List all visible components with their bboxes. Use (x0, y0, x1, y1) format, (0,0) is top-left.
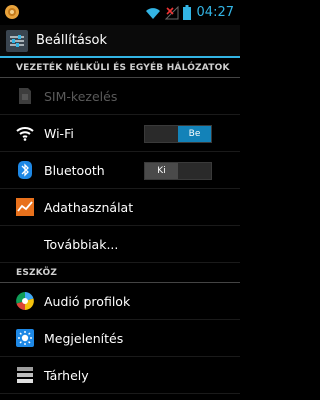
data-usage-label: Adathasználat (44, 199, 134, 215)
bluetooth-item[interactable]: Bluetooth Ki (0, 152, 240, 189)
status-time: 04:27 (196, 5, 234, 20)
wifi-icon (145, 7, 160, 19)
wifi-toggle[interactable]: Be (144, 125, 212, 143)
data-usage-item[interactable]: Adathasználat (0, 189, 240, 226)
audio-profiles-label: Audió profilok (44, 293, 131, 309)
status-icons: 04:27 (145, 0, 234, 25)
storage-icon (16, 366, 34, 384)
notification-icon (5, 5, 19, 19)
audio-profiles-item[interactable]: Audió profilok (0, 283, 240, 320)
section-header-wireless: VEZETÉK NÉLKÜLI ÉS EGYÉB HÁLÓZATOK (0, 58, 240, 78)
sim-icon (16, 87, 34, 105)
data-usage-icon (16, 198, 34, 216)
section-header-device: ESZKÖZ (0, 263, 240, 283)
audio-profiles-icon (16, 292, 34, 310)
sim-management-label: SIM-kezelés (44, 88, 118, 104)
bluetooth-label: Bluetooth (44, 162, 105, 178)
bluetooth-icon (16, 161, 34, 179)
display-label: Megjelenítés (44, 330, 124, 346)
bluetooth-toggle-state: Ki (145, 163, 178, 179)
settings-list: VEZETÉK NÉLKÜLI ÉS EGYÉB HÁLÓZATOK SIM-k… (0, 58, 240, 394)
storage-label: Tárhely (44, 367, 89, 383)
more-item[interactable]: Továbbiak... (0, 226, 240, 263)
more-label: Továbbiak... (44, 236, 119, 252)
storage-item[interactable]: Tárhely (0, 357, 240, 394)
bluetooth-toggle-on-half (178, 163, 211, 179)
no-signal-icon (164, 5, 179, 19)
sim-management-item[interactable]: SIM-kezelés (0, 78, 240, 115)
battery-icon (182, 5, 191, 20)
page-title: Beállítások (36, 33, 108, 48)
action-bar: Beállítások (0, 25, 240, 56)
display-item[interactable]: Megjelenítés (0, 320, 240, 357)
wifi-label: Wi-Fi (44, 125, 74, 141)
status-bar: 04:27 (0, 0, 240, 25)
bluetooth-toggle[interactable]: Ki (144, 162, 212, 180)
wifi-icon (16, 124, 34, 142)
wifi-toggle-off-half (145, 126, 178, 142)
settings-sliders-icon[interactable] (6, 29, 28, 52)
wifi-toggle-state: Be (178, 126, 211, 142)
display-icon (16, 329, 34, 347)
wifi-item[interactable]: Wi-Fi Be (0, 115, 240, 152)
